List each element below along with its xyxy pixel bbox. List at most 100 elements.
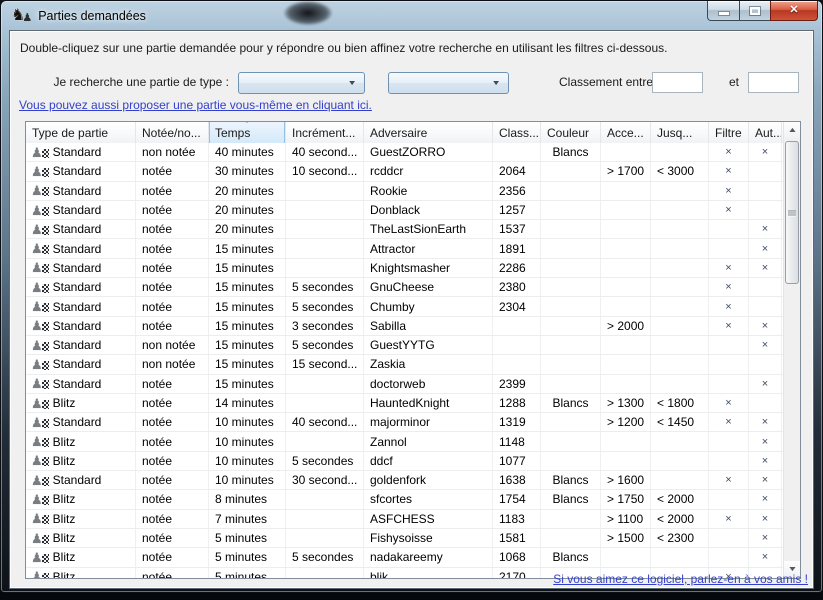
game-subtype-combo[interactable]: ▼ xyxy=(388,72,509,94)
cell-max xyxy=(651,278,709,296)
game-type-text: Standard xyxy=(53,222,102,236)
game-type-text: Standard xyxy=(53,203,102,217)
cell-filter: × xyxy=(709,471,749,489)
cell-type: ♟Standard xyxy=(26,201,136,219)
cell-time: 15 minutes xyxy=(209,336,286,354)
game-row[interactable]: ♟Standardnotée20 minutesDonblack1257× xyxy=(26,201,783,220)
game-row[interactable]: ♟Standardnotée15 minutesKnightsmasher228… xyxy=(26,259,783,278)
column-header-type[interactable]: Type de partie xyxy=(26,122,136,143)
game-type-text: Standard xyxy=(53,319,102,333)
propose-game-link[interactable]: Vous pouvez aussi proposer une partie vo… xyxy=(19,98,372,112)
game-type-text: Standard xyxy=(53,242,102,256)
column-header-max[interactable]: Jusq... xyxy=(651,122,709,143)
rating-min-input[interactable] xyxy=(652,72,703,93)
column-header-rating[interactable]: Class... xyxy=(493,122,541,143)
cell-min: > 1300 xyxy=(601,394,651,412)
game-row[interactable]: ♟Standardnotée15 minutes3 secondesSabill… xyxy=(26,317,783,336)
column-header-adversary[interactable]: Adversaire xyxy=(364,122,493,143)
column-header-label: Aut... xyxy=(755,126,782,140)
cell-max xyxy=(651,432,709,450)
checkerboard-icon xyxy=(42,361,49,370)
cell-auto xyxy=(749,355,782,373)
game-row[interactable]: ♟Blitznotée10 minutes5 secondesddcf1077× xyxy=(26,452,783,471)
cell-rating xyxy=(493,317,541,335)
game-row[interactable]: ♟Standardnotée10 minutes40 second...majo… xyxy=(26,413,783,432)
cell-max xyxy=(651,355,709,373)
instruction-text: Double-cliquez sur une partie demandée p… xyxy=(20,41,667,55)
game-row[interactable]: ♟Standardnotée15 minutes5 secondesChumby… xyxy=(26,297,783,316)
cell-type: ♟Blitz xyxy=(26,394,136,412)
game-row[interactable]: ♟Blitznotée5 minutes5 secondesnadakareem… xyxy=(26,548,783,567)
pawn-icon: ♟ xyxy=(31,319,49,332)
game-row[interactable]: ♟Standardnotée30 minutes10 second...rcdd… xyxy=(26,162,783,181)
minimize-button[interactable] xyxy=(707,1,740,21)
column-header-filter[interactable]: Filtre xyxy=(709,122,749,143)
cell-increment xyxy=(286,568,364,578)
cell-type: ♟Standard xyxy=(26,471,136,489)
cell-time: 10 minutes xyxy=(209,452,286,470)
scrollbar-thumb[interactable] xyxy=(785,141,799,284)
close-button[interactable]: ✕ xyxy=(770,1,818,21)
rating-max-input[interactable] xyxy=(748,72,799,93)
cell-filter: × xyxy=(709,259,749,277)
column-header-auto[interactable]: Aut... xyxy=(749,122,782,143)
cell-max xyxy=(651,220,709,238)
cell-time: 15 minutes xyxy=(209,355,286,373)
cell-rating: 1891 xyxy=(493,239,541,257)
cell-increment xyxy=(286,201,364,219)
cell-time: 15 minutes xyxy=(209,239,286,257)
game-row[interactable]: ♟Standardnotée15 minutes5 secondesGnuChe… xyxy=(26,278,783,297)
cell-adversary: doctorweb xyxy=(364,375,493,393)
maximize-button[interactable] xyxy=(740,1,770,21)
cell-increment xyxy=(286,182,364,200)
column-header-color[interactable]: Couleur xyxy=(541,122,601,143)
game-row[interactable]: ♟Blitznotée5 minutesFishysoisse1581> 150… xyxy=(26,529,783,548)
maximize-icon xyxy=(750,7,760,15)
game-row[interactable]: ♟Standardnotée20 minutesTheLastSionEarth… xyxy=(26,220,783,239)
game-row[interactable]: ♟Standardnotée10 minutes30 second...gold… xyxy=(26,471,783,490)
game-row[interactable]: ♟Standardnon notée15 minutes5 secondesGu… xyxy=(26,336,783,355)
game-row[interactable]: ♟Standardnotée15 minutesAttractor1891× xyxy=(26,239,783,258)
cell-rated: notée xyxy=(136,220,209,238)
cell-color xyxy=(541,432,601,450)
cell-rating: 1077 xyxy=(493,452,541,470)
game-row[interactable]: ♟Blitznotée7 minutesASFCHESS1183> 1100< … xyxy=(26,510,783,529)
game-type-combo[interactable]: ▼ xyxy=(238,72,365,94)
game-row[interactable]: ♟Standardnon notée15 minutes15 second...… xyxy=(26,355,783,374)
cell-time: 30 minutes xyxy=(209,162,286,180)
cell-auto xyxy=(749,201,782,219)
column-header-label: Acce... xyxy=(607,126,644,140)
game-row[interactable]: ♟Blitznotée8 minutessfcortes1754Blancs> … xyxy=(26,490,783,509)
cell-filter: × xyxy=(709,278,749,296)
game-row[interactable]: ♟Blitznotée10 minutesZannol1148× xyxy=(26,432,783,451)
column-header-increment[interactable]: Incrément... xyxy=(286,122,364,143)
game-type-text: Standard xyxy=(53,357,102,371)
column-header-time[interactable]: ▼Temps xyxy=(209,122,286,143)
cell-adversary: GuestYYTG xyxy=(364,336,493,354)
pawn-icon: ♟ xyxy=(31,570,49,578)
close-icon: ✕ xyxy=(789,5,798,16)
cell-filter: × xyxy=(709,182,749,200)
titlebar[interactable]: ♞ ♟ Parties demandées ✕ xyxy=(1,1,822,30)
cell-auto: × xyxy=(749,490,782,508)
cell-rated: notée xyxy=(136,297,209,315)
chevron-down-icon: ▼ xyxy=(347,80,367,87)
game-row[interactable]: ♟Standardnon notée40 minutes40 second...… xyxy=(26,143,783,162)
column-header-min[interactable]: Acce... xyxy=(601,122,651,143)
cell-auto: × xyxy=(749,317,782,335)
cell-adversary: Rookie xyxy=(364,182,493,200)
scroll-up-button[interactable]: ▲ xyxy=(784,122,801,139)
cell-min: > 1500 xyxy=(601,529,651,547)
cell-color xyxy=(541,375,601,393)
vertical-scrollbar[interactable]: ▲ ▼ xyxy=(783,122,800,578)
cell-rated: non notée xyxy=(136,336,209,354)
game-row[interactable]: ♟Standardnotée15 minutesdoctorweb2399× xyxy=(26,375,783,394)
share-with-friends-link[interactable]: Si vous aimez ce logiciel, parlez-en à v… xyxy=(553,572,808,586)
game-row[interactable]: ♟Standardnotée20 minutesRookie2356× xyxy=(26,182,783,201)
cell-time: 20 minutes xyxy=(209,182,286,200)
checkerboard-icon xyxy=(42,477,49,486)
game-row[interactable]: ♟Blitznotée14 minutesHauntedKnight1288Bl… xyxy=(26,394,783,413)
column-header-rated[interactable]: Notée/no... xyxy=(136,122,209,143)
game-type-text: Standard xyxy=(53,261,102,275)
game-type-text: Blitz xyxy=(53,454,76,468)
